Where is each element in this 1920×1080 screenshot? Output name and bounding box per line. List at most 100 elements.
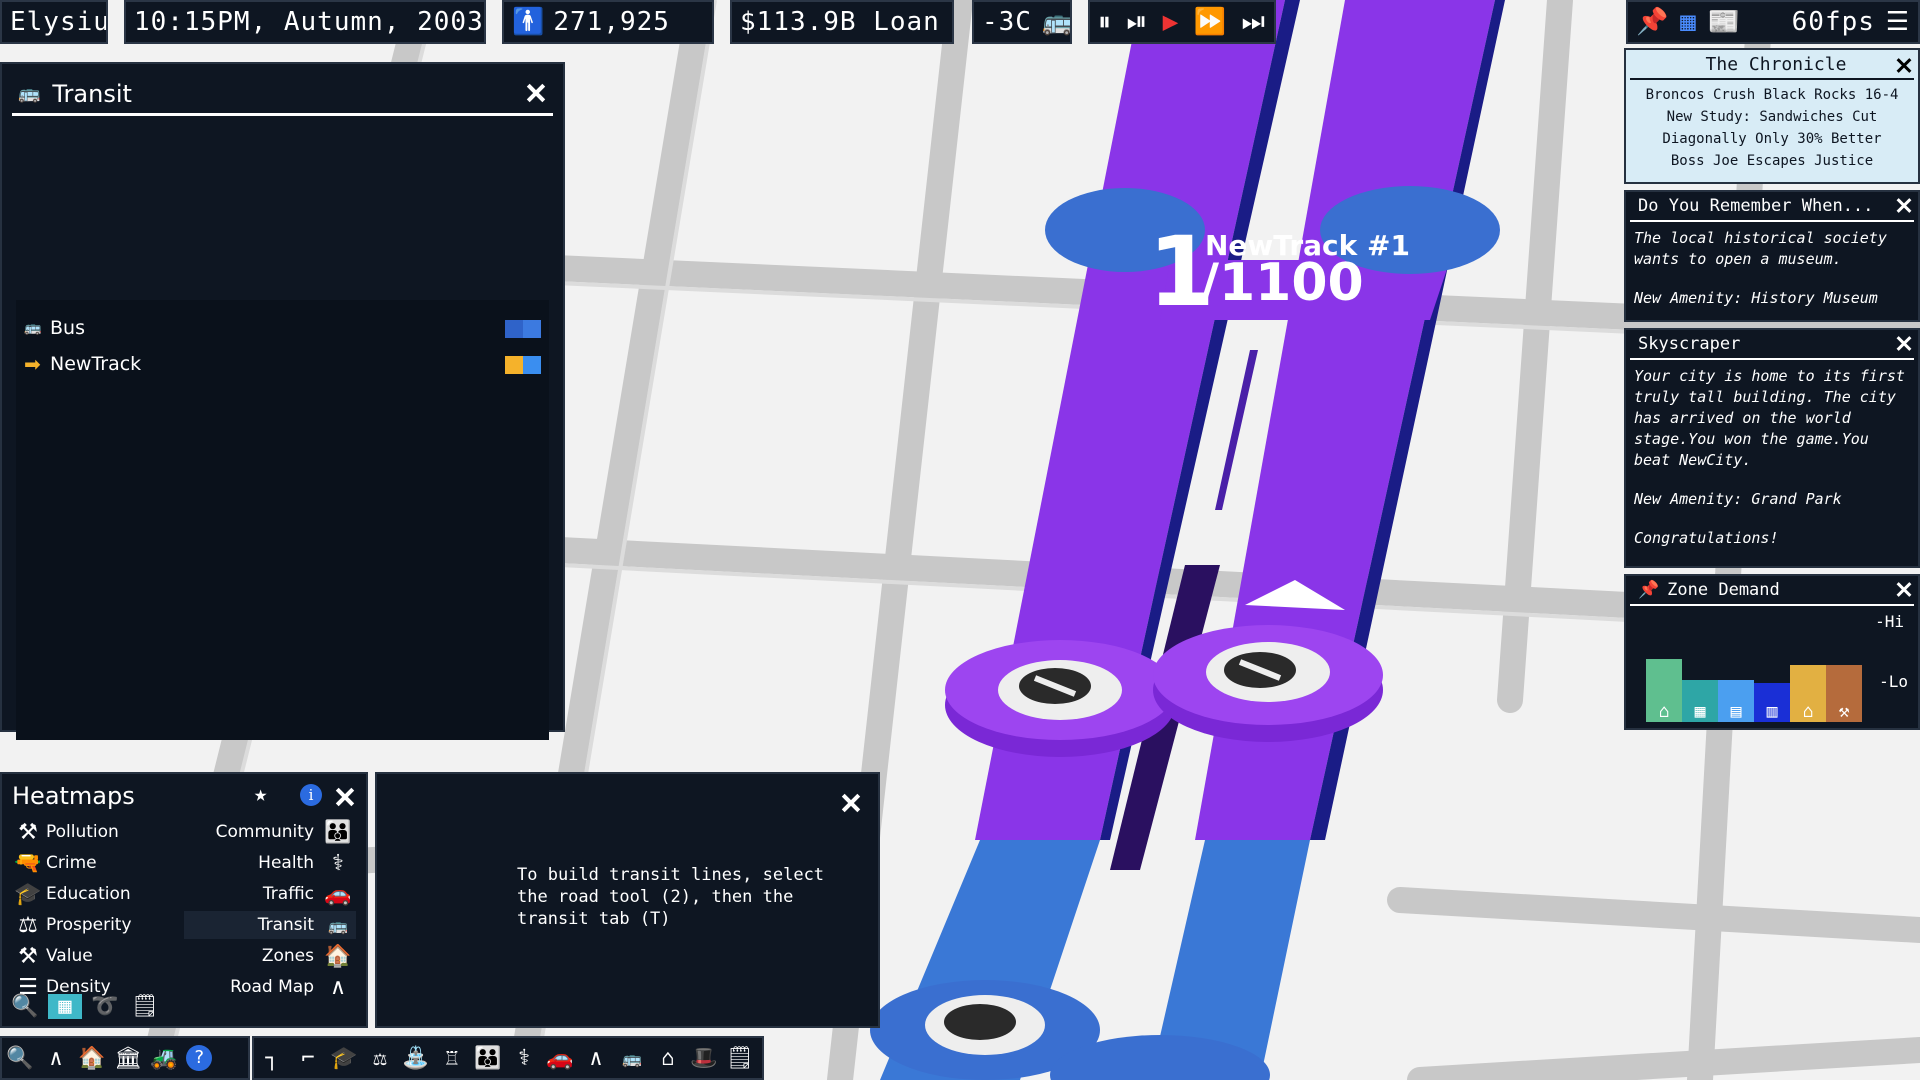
heatmap-prosperity[interactable]: ⚖ Prosperity [10,911,131,939]
bulldozer-icon[interactable]: 🚜 [146,1046,182,1071]
search-icon[interactable]: 🔍 [2,1046,38,1071]
crime-icon: 🔫 [14,850,42,876]
heatmap-zones[interactable]: Zones 🏠 [262,942,356,970]
tower-icon[interactable]: ♖ [434,1046,470,1071]
notes-icon[interactable]: 🗒 [722,1046,758,1071]
chronicle-header: The Chronicle [1630,50,1914,80]
newspaper-icon[interactable]: 📰 [1708,7,1741,37]
city-name-label: Elysium [10,7,106,37]
demand-bar-industry-heavy: ⚒ [1826,618,1862,722]
info-icon[interactable]: i [300,784,322,806]
heatmap-traffic[interactable]: Traffic 🚗 [263,880,356,908]
community-icon[interactable]: 👪 [470,1046,506,1071]
value-icon: ⚒ [18,943,38,969]
demand-bar-industry-light: ⌂ [1790,618,1826,722]
close-icon[interactable] [1894,196,1914,216]
track-capacity: /1100 [1200,253,1364,313]
heatmap-education[interactable]: 🎓 Education [10,880,130,908]
city-name[interactable]: Elysium [0,0,108,44]
park-icon[interactable]: ⛲ [398,1046,434,1071]
car-icon: 🚗 [324,881,352,907]
help-icon[interactable]: ? [186,1045,212,1071]
close-icon[interactable] [523,80,549,106]
headline[interactable]: Boss Joe Escapes Justice [1626,150,1918,172]
pin-icon[interactable]: 📌 [1638,580,1659,600]
close-icon[interactable] [1894,56,1914,76]
bus-icon: 🚌 [328,915,348,935]
population[interactable]: 🚹 271,925 [502,0,714,44]
remember-title: Do You Remember When... [1638,196,1874,216]
play-icon[interactable]: ▶ [1163,7,1180,37]
gun-icon[interactable]: ⌐ [290,1046,326,1071]
hat-icon[interactable]: 🎩 [686,1046,722,1071]
skyscraper-panel: Skyscraper Your city is home to its firs… [1624,328,1920,568]
lasso-icon[interactable]: ➰ [88,994,122,1019]
step-icon[interactable]: ⏯ [1126,7,1148,38]
heatmap-health[interactable]: Health ⚕ [258,849,356,877]
grid-icon[interactable]: ▦ [1680,7,1697,37]
close-icon[interactable] [332,784,358,810]
transit-stop-right[interactable] [1153,625,1383,742]
caduceus-icon: ⚕ [332,850,344,876]
car-icon[interactable]: 🚗 [542,1046,578,1071]
transit-line-newtrack[interactable]: ➡ NewTrack [16,346,549,382]
road-icon[interactable]: ∧ [578,1046,614,1071]
transit-line-name: NewTrack [50,353,142,375]
zone-demand-title: Zone Demand [1667,580,1780,600]
transit-line-bus[interactable]: 🚌 Bus [16,310,549,346]
prosperity-icon[interactable]: ⚖ [362,1046,398,1071]
heatmap-label: Transit [257,915,314,935]
heatmap-transit[interactable]: Transit 🚌 [184,911,356,939]
house-icon[interactable]: 🏠 [74,1046,110,1071]
bus-icon[interactable]: 🚌 [614,1049,650,1068]
transit-line-name: Bus [50,317,85,339]
search-icon[interactable]: 🔍 [8,994,42,1019]
transit-panel: 🚌 Transit 🚌 Bus ➡ NewTrack [0,62,565,740]
date-time: 10:15PM, Autumn, 2003 [124,0,486,44]
fastest-icon[interactable]: ⏭ [1242,7,1266,38]
notes-icon[interactable]: 🗒 [128,994,162,1019]
transit-stop-left[interactable] [945,640,1175,757]
menu-icon[interactable]: ☰ [1886,7,1910,37]
grid-icon[interactable]: ▦ [48,994,82,1019]
heatmap-roadmap[interactable]: Road Map ∧ [230,973,356,1001]
line-color-swatch[interactable] [505,320,541,338]
wand-icon[interactable]: ★ [254,782,267,807]
money[interactable]: $113.9B Loan [730,0,954,44]
graduation-icon[interactable]: 🎓 [326,1046,362,1071]
transit-panel-header: 🚌 Transit [12,74,553,116]
headline[interactable]: Broncos Crush Black Rocks 16-4 [1626,84,1918,106]
industry-light-icon: ⌂ [1802,701,1814,722]
zones-icon: 🏠 [324,943,352,969]
skyscraper-amenity: New Amenity: Grand Park [1634,490,1842,508]
transit-line-list: 🚌 Bus ➡ NewTrack [16,300,549,740]
weather[interactable]: -3C 🚌 [972,0,1072,44]
pin-icon[interactable]: 📌 [1636,7,1669,37]
fast-forward-icon[interactable]: ⏩ [1194,7,1227,37]
heatmap-label: Pollution [46,822,119,842]
zone-demand-panel: 📌 Zone Demand -Hi -Lo ⌂ ▦ ▤ ▥ ⌂ ⚒ [1624,574,1920,730]
remember-text: The local historical society wants to op… [1634,229,1887,268]
headline[interactable]: Diagonally Only 30% Better [1626,128,1918,150]
building-icon[interactable]: 🏛 [110,1046,146,1071]
population-label: 271,925 [553,7,670,37]
line-color-swatch[interactable] [505,356,541,374]
pause-icon[interactable]: ⏸ [1098,7,1112,38]
house-icon[interactable]: ⌂ [650,1046,686,1071]
heatmap-crime[interactable]: 🔫 Crime [10,849,96,877]
residential-low-icon: ⌂ [1658,701,1670,722]
close-icon[interactable] [838,790,864,816]
caduceus-icon[interactable]: ⚕ [506,1046,542,1071]
headline[interactable]: New Study: Sandwiches Cut [1626,106,1918,128]
heatmap-value[interactable]: ⚒ Value [10,942,93,970]
close-icon[interactable] [1894,334,1914,354]
close-icon[interactable] [1894,580,1914,600]
heatmap-pollution[interactable]: ⚒ Pollution [10,818,119,846]
demand-lo-label: -Lo [1879,672,1908,691]
heatmap-community[interactable]: Community 👪 [216,818,356,846]
road-icon[interactable]: ∧ [38,1046,74,1071]
zone-demand-header: 📌 Zone Demand [1630,576,1914,606]
heatmap-label: Value [46,946,93,966]
heatmaps-panel: Heatmaps ★ i ⚒ Pollution 🔫 Crime 🎓 Educatio… [0,772,368,1028]
streetlight-icon[interactable]: ┐ [254,1046,290,1071]
